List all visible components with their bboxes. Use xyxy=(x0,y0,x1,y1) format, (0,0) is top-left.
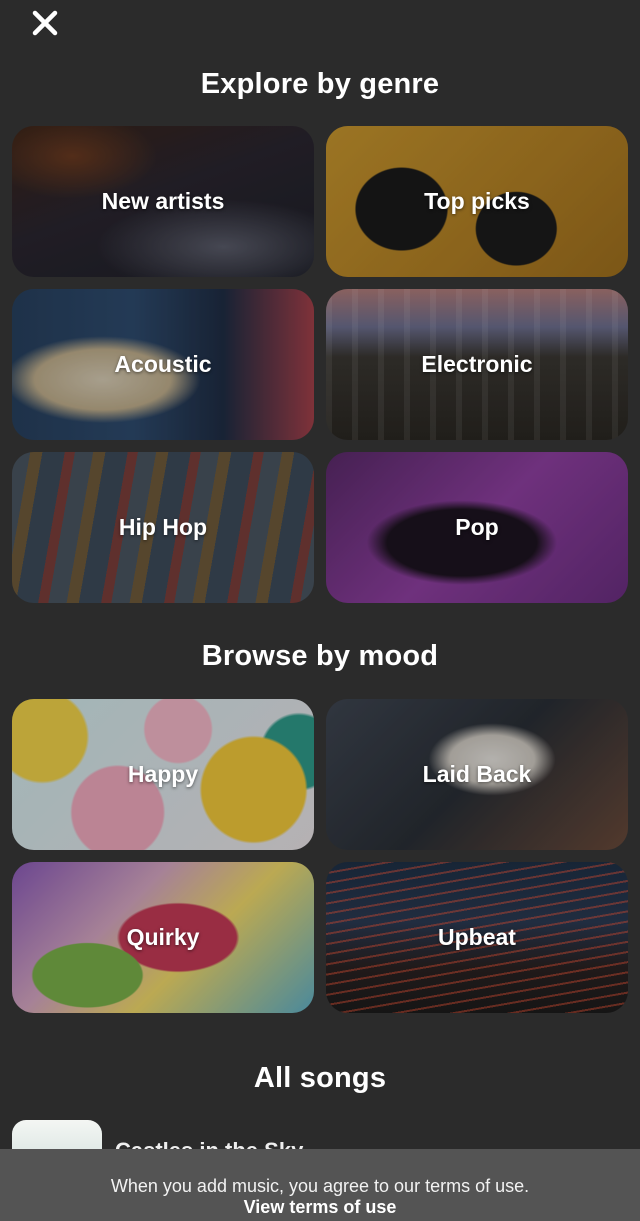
mood-tile-quirky[interactable]: Quirky xyxy=(12,862,314,1013)
genre-tile-hip-hop[interactable]: Hip Hop xyxy=(12,452,314,603)
tile-label: New artists xyxy=(101,188,225,214)
close-icon xyxy=(32,10,58,36)
genre-tile-new-artists[interactable]: New artists xyxy=(12,126,314,277)
tile-label: Hip Hop xyxy=(118,514,208,540)
mood-tile-happy[interactable]: Happy xyxy=(12,699,314,850)
tile-label: Quirky xyxy=(126,924,200,950)
genre-section-title: Explore by genre xyxy=(200,68,440,100)
view-terms-link[interactable]: View terms of use xyxy=(0,1197,640,1217)
genre-tile-acoustic[interactable]: Acoustic xyxy=(12,289,314,440)
terms-text: When you add music, you agree to our ter… xyxy=(110,1176,530,1196)
mood-tile-upbeat[interactable]: Upbeat xyxy=(326,862,628,1013)
tile-label: Pop xyxy=(455,514,499,540)
genre-tile-top-picks[interactable]: Top picks xyxy=(326,126,628,277)
tile-label: Electronic xyxy=(421,351,533,377)
mood-tile-laid-back[interactable]: Laid Back xyxy=(326,699,628,850)
mood-section-title: Browse by mood xyxy=(201,640,439,672)
tile-label: Acoustic xyxy=(114,351,212,377)
genre-tile-electronic[interactable]: Electronic xyxy=(326,289,628,440)
genre-tile-pop[interactable]: Pop xyxy=(326,452,628,603)
close-button[interactable] xyxy=(26,4,64,42)
tile-label: Upbeat xyxy=(438,924,516,950)
tile-label: Happy xyxy=(127,761,199,787)
songs-section-title: All songs xyxy=(253,1062,387,1094)
terms-banner: When you add music, you agree to our ter… xyxy=(0,1149,640,1221)
tile-label: Laid Back xyxy=(422,761,532,787)
tile-label: Top picks xyxy=(424,188,530,214)
